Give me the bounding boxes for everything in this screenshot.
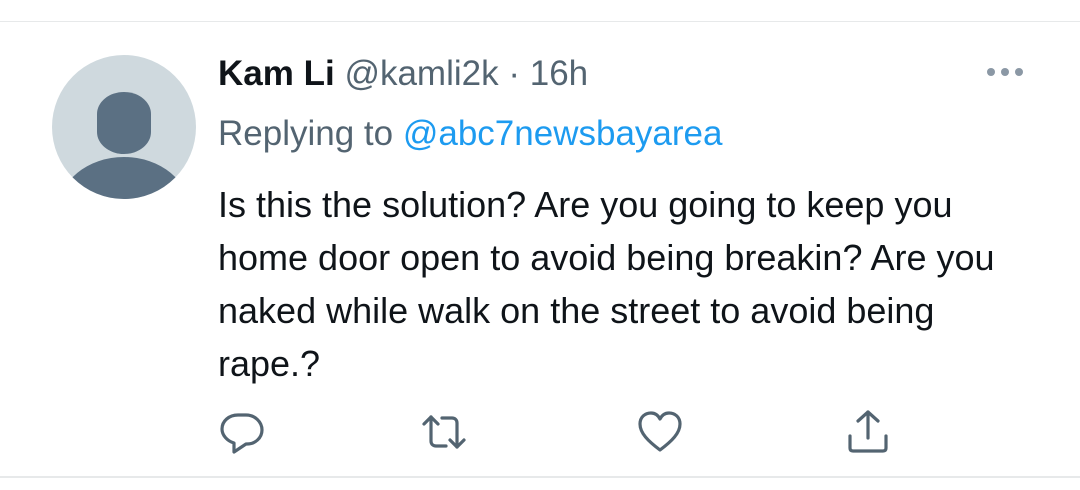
share-icon[interactable] bbox=[844, 408, 892, 456]
tweet-text: Is this the solution? Are you going to k… bbox=[218, 184, 995, 384]
replying-to-line: Replying to @abc7newsbayarea bbox=[218, 112, 722, 156]
replying-label: Replying to bbox=[218, 114, 394, 153]
separator-dot: · bbox=[508, 54, 520, 93]
bottom-divider bbox=[0, 476, 1080, 478]
user-handle[interactable]: @kamli2k bbox=[344, 54, 498, 93]
heart-icon[interactable] bbox=[636, 408, 684, 456]
timestamp[interactable]: 16h bbox=[530, 54, 588, 93]
tweet-card: Kam Li @kamli2k · 16h Replying to @abc7n… bbox=[0, 0, 1080, 490]
display-name[interactable]: Kam Li bbox=[218, 54, 335, 93]
default-avatar-icon[interactable] bbox=[52, 55, 196, 199]
tweet-header: Kam Li @kamli2k · 16h bbox=[218, 52, 588, 96]
retweet-icon[interactable] bbox=[420, 408, 468, 456]
more-dots-icon[interactable] bbox=[982, 60, 1028, 84]
reply-mention-link[interactable]: @abc7newsbayarea bbox=[403, 114, 723, 153]
top-divider bbox=[0, 21, 1080, 22]
reply-icon[interactable] bbox=[218, 408, 266, 456]
